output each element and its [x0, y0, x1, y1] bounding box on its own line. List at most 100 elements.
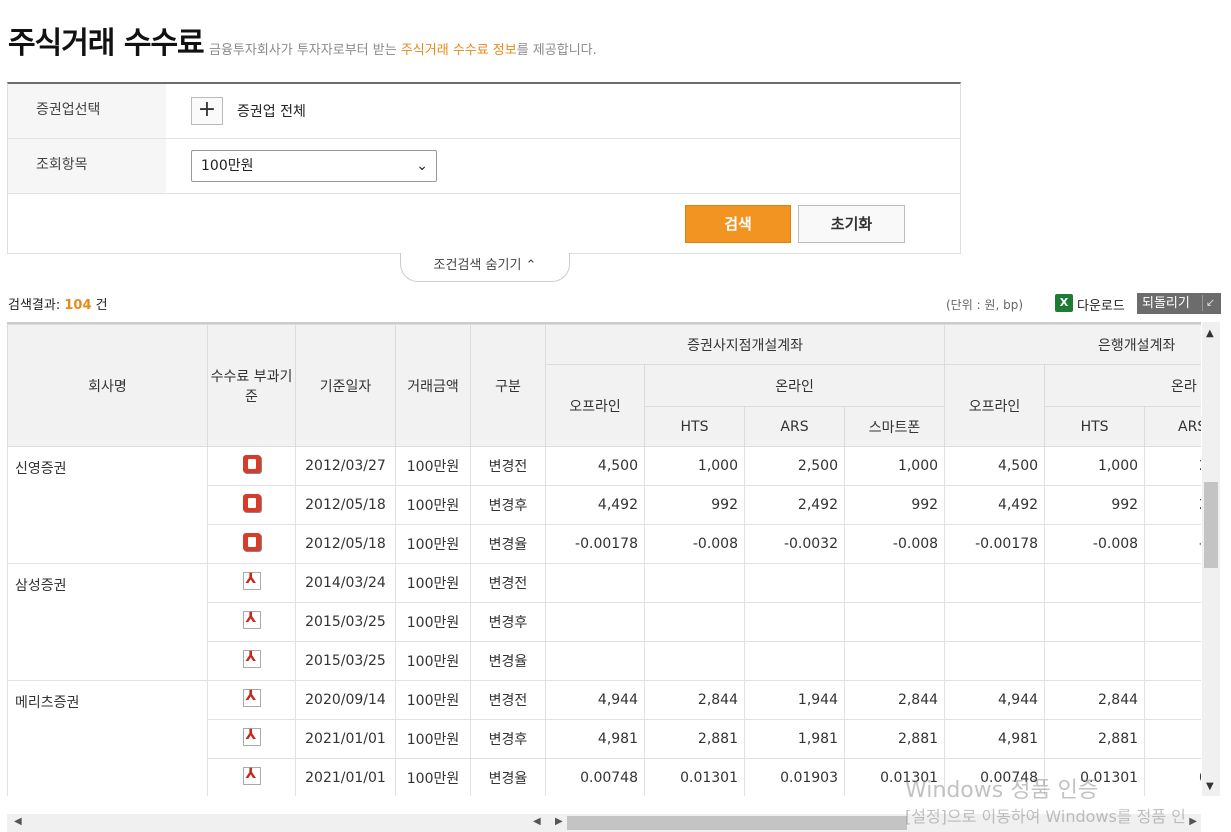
unit-note: (단위 : 원, bp)	[946, 298, 1024, 312]
trade-amount: 100만원	[395, 680, 471, 720]
excel-icon[interactable]: X	[1055, 294, 1073, 312]
pdf-icon[interactable]	[242, 571, 261, 590]
restore-button[interactable]: 되돌리기 ↙	[1137, 293, 1221, 314]
securities-smartphone: 1,000	[843, 446, 946, 486]
securities-smartphone: -0.008	[843, 524, 946, 564]
bank-hts	[1044, 641, 1146, 681]
bank-hts: 2,844	[1044, 680, 1146, 720]
vertical-scrollbar[interactable]: ▲ ▼	[1202, 322, 1220, 796]
bank-ars	[1144, 680, 1201, 720]
securities-offline	[545, 563, 645, 603]
securities-hts: 1,000	[644, 446, 745, 486]
row-type: 변경전	[470, 446, 546, 486]
query-select-value: 100만원	[201, 158, 254, 174]
th-smartphone: 스마트폰	[843, 406, 946, 447]
scroll-left-icon[interactable]: ◀	[14, 816, 22, 827]
securities-ars: 2,492	[744, 485, 845, 525]
securities-smartphone	[843, 641, 946, 681]
scroll-left-icon-2[interactable]: ◀	[533, 816, 541, 827]
base-date: 2012/05/18	[295, 524, 396, 564]
query-select[interactable]: 100만원 ⌄	[191, 150, 437, 182]
download-link[interactable]: 다운로드	[1077, 295, 1125, 314]
bank-ars	[1144, 719, 1201, 759]
th-type: 구분	[470, 324, 546, 447]
th-bank-ars: ARS	[1144, 406, 1201, 447]
row-type: 변경후	[470, 485, 546, 525]
red-doc-icon[interactable]	[242, 494, 261, 512]
scroll-right-icon-2[interactable]: ▶	[555, 816, 563, 827]
windows-activation-text: [설정]으로 이동하여 Windows를 정품 인	[905, 807, 1186, 826]
company-name: 삼성증권	[7, 563, 208, 681]
securities-offline	[545, 641, 645, 681]
bank-ars	[1144, 563, 1201, 603]
bank-ars: -0.	[1144, 524, 1201, 564]
trade-amount: 100만원	[395, 719, 471, 759]
th-amount: 거래금액	[395, 324, 471, 447]
securities-ars: 1,944	[744, 680, 845, 720]
base-date: 2021/01/01	[295, 758, 396, 796]
securities-hts	[644, 602, 745, 642]
trade-amount: 100만원	[395, 641, 471, 681]
scroll-up-icon[interactable]: ▲	[1206, 328, 1214, 339]
scroll-right-icon[interactable]: ▶	[1189, 816, 1197, 827]
th-bank-online: 온라	[1044, 364, 1201, 407]
base-date: 2014/03/24	[295, 563, 396, 603]
pdf-icon[interactable]	[242, 610, 261, 629]
trade-amount: 100만원	[395, 446, 471, 486]
th-company: 회사명	[7, 324, 208, 447]
pdf-icon[interactable]	[242, 688, 261, 707]
base-date: 2015/03/25	[295, 602, 396, 642]
search-button[interactable]: 검색	[685, 205, 791, 243]
add-broker-button[interactable]: +	[191, 97, 223, 125]
table-row: 삼성증권2014/03/24100만원변경전	[7, 563, 1201, 681]
securities-smartphone	[843, 563, 946, 603]
bank-ars	[1144, 641, 1201, 681]
th-online: 온라인	[643, 364, 946, 407]
base-date: 2012/03/27	[295, 446, 396, 486]
bank-ars	[1144, 602, 1201, 642]
pdf-icon[interactable]	[242, 649, 261, 668]
hide-filter-toggle[interactable]: 조건검색 숨기기 ⌃	[400, 253, 570, 282]
pdf-icon[interactable]	[242, 727, 261, 746]
company-name: 신영증권	[7, 446, 208, 564]
fee-table: 회사명 수수료 부과기준 기준일자 거래금액 구분 증권사지점개설계좌 은행개설…	[7, 324, 1201, 796]
securities-offline	[545, 602, 645, 642]
bank-hts	[1044, 563, 1146, 603]
securities-hts	[644, 563, 745, 603]
broker-row: 증권업선택 + 증권업 전체	[8, 84, 960, 139]
securities-ars: 1,981	[744, 719, 845, 759]
securities-offline: 4,944	[545, 680, 645, 720]
horizontal-scroll-thumb[interactable]	[567, 816, 907, 830]
red-doc-icon[interactable]	[242, 455, 261, 473]
plus-icon: +	[197, 97, 217, 122]
reset-button[interactable]: 초기화	[798, 205, 905, 243]
bank-hts: -0.008	[1044, 524, 1146, 564]
securities-hts: 2,844	[644, 680, 745, 720]
hide-filter-label: 조건검색 숨기기	[433, 258, 522, 273]
fee-basis-cell	[207, 719, 296, 759]
row-type: 변경전	[470, 680, 546, 720]
red-doc-icon[interactable]	[242, 533, 261, 551]
securities-smartphone: 2,844	[843, 680, 946, 720]
pdf-icon[interactable]	[242, 766, 261, 785]
subtitle-highlight: 주식거래 수수료 정보	[400, 43, 517, 58]
subtitle-post: 를 제공합니다.	[516, 43, 597, 58]
th-bank-offline: 오프라인	[944, 364, 1046, 447]
page-subtitle: 금융투자회사가 투자자로부터 받는 주식거래 수수료 정보를 제공합니다.	[209, 39, 597, 58]
vertical-scroll-thumb[interactable]	[1204, 482, 1218, 568]
securities-ars: 2,500	[744, 446, 845, 486]
trade-amount: 100만원	[395, 602, 471, 642]
row-type: 변경전	[470, 563, 546, 603]
bank-offline	[944, 563, 1046, 603]
th-bank-hts: HTS	[1044, 406, 1146, 447]
securities-offline: 4,492	[545, 485, 645, 525]
row-type: 변경후	[470, 602, 546, 642]
chevron-up-icon: ⌃	[525, 258, 537, 273]
search-panel: 증권업선택 + 증권업 전체 조회항목 100만원 ⌄ 검색 초기화	[7, 82, 961, 254]
fee-table-container[interactable]: 회사명 수수료 부과기준 기준일자 거래금액 구분 증권사지점개설계좌 은행개설…	[7, 322, 1201, 796]
bank-offline: 4,500	[944, 446, 1046, 486]
scroll-down-icon[interactable]: ▼	[1206, 781, 1214, 792]
bank-hts: 2,881	[1044, 719, 1146, 759]
securities-hts: -0.008	[644, 524, 745, 564]
table-row: 메리츠증권2020/09/14100만원변경전4,9442,8441,9442,…	[7, 680, 1201, 796]
